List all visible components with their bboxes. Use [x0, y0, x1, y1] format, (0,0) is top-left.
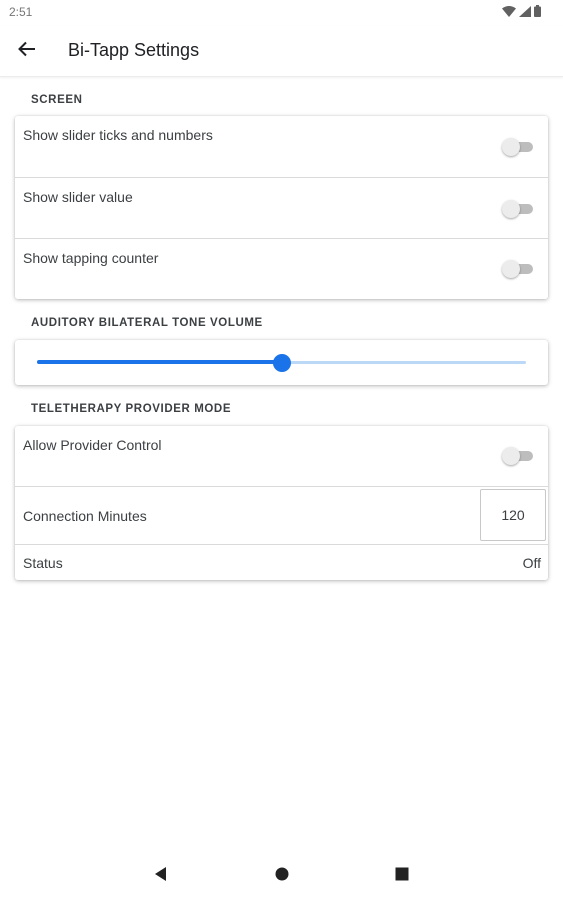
setting-label: Allow Provider Control [23, 437, 162, 453]
home-circle-icon [275, 867, 289, 886]
page-title: Bi-Tapp Settings [68, 40, 200, 60]
setting-label: Connection Minutes [23, 508, 147, 524]
screen-settings-card: Show slider ticks and numbers Show slide… [15, 116, 548, 299]
arrow-back-icon [18, 41, 36, 62]
status-icons [502, 5, 541, 17]
volume-card [15, 340, 548, 385]
setting-label: Show slider ticks and numbers [23, 127, 213, 143]
section-header-volume: AUDITORY BILATERAL TONE VOLUME [31, 317, 263, 329]
slider-ticks-toggle[interactable] [502, 137, 534, 157]
toggle-thumb [502, 200, 520, 218]
battery-icon [534, 5, 541, 17]
section-header-screen: SCREEN [31, 94, 83, 106]
toggle-thumb [502, 138, 520, 156]
slider-fill [37, 360, 282, 364]
setting-label: Show slider value [23, 189, 133, 205]
setting-row-slider-value[interactable]: Show slider value [15, 178, 548, 239]
setting-row-connection-minutes: Connection Minutes 120 [15, 487, 548, 545]
nav-recents-button[interactable] [392, 866, 412, 886]
setting-row-allow-provider[interactable]: Allow Provider Control [15, 426, 548, 487]
volume-slider[interactable] [37, 354, 526, 372]
setting-label: Status [23, 555, 63, 571]
connection-minutes-input[interactable]: 120 [480, 489, 546, 541]
nav-back-button[interactable] [151, 866, 171, 886]
teletherapy-card: Allow Provider Control Connection Minute… [15, 426, 548, 580]
recents-square-icon [395, 867, 409, 886]
setting-row-slider-ticks[interactable]: Show slider ticks and numbers [15, 116, 548, 178]
wifi-icon [502, 5, 516, 17]
status-value: Off [522, 555, 541, 571]
tapping-counter-toggle[interactable] [502, 259, 534, 279]
nav-home-button[interactable] [272, 866, 292, 886]
status-bar: 2:51 [0, 0, 563, 26]
app-bar: Bi-Tapp Settings [0, 26, 563, 77]
back-triangle-icon [154, 866, 168, 886]
signal-icon [519, 5, 531, 17]
setting-row-status: Status Off [15, 545, 548, 580]
toggle-thumb [502, 447, 520, 465]
setting-label: Show tapping counter [23, 250, 159, 266]
section-header-teletherapy: TELETHERAPY PROVIDER MODE [31, 403, 232, 415]
status-time: 2:51 [9, 5, 33, 19]
back-button[interactable] [14, 38, 40, 64]
slider-thumb[interactable] [272, 354, 291, 372]
toggle-thumb [502, 260, 520, 278]
navigation-bar [0, 850, 563, 900]
slider-value-toggle[interactable] [502, 199, 534, 219]
allow-provider-toggle[interactable] [502, 446, 534, 466]
setting-row-tapping-counter[interactable]: Show tapping counter [15, 239, 548, 299]
